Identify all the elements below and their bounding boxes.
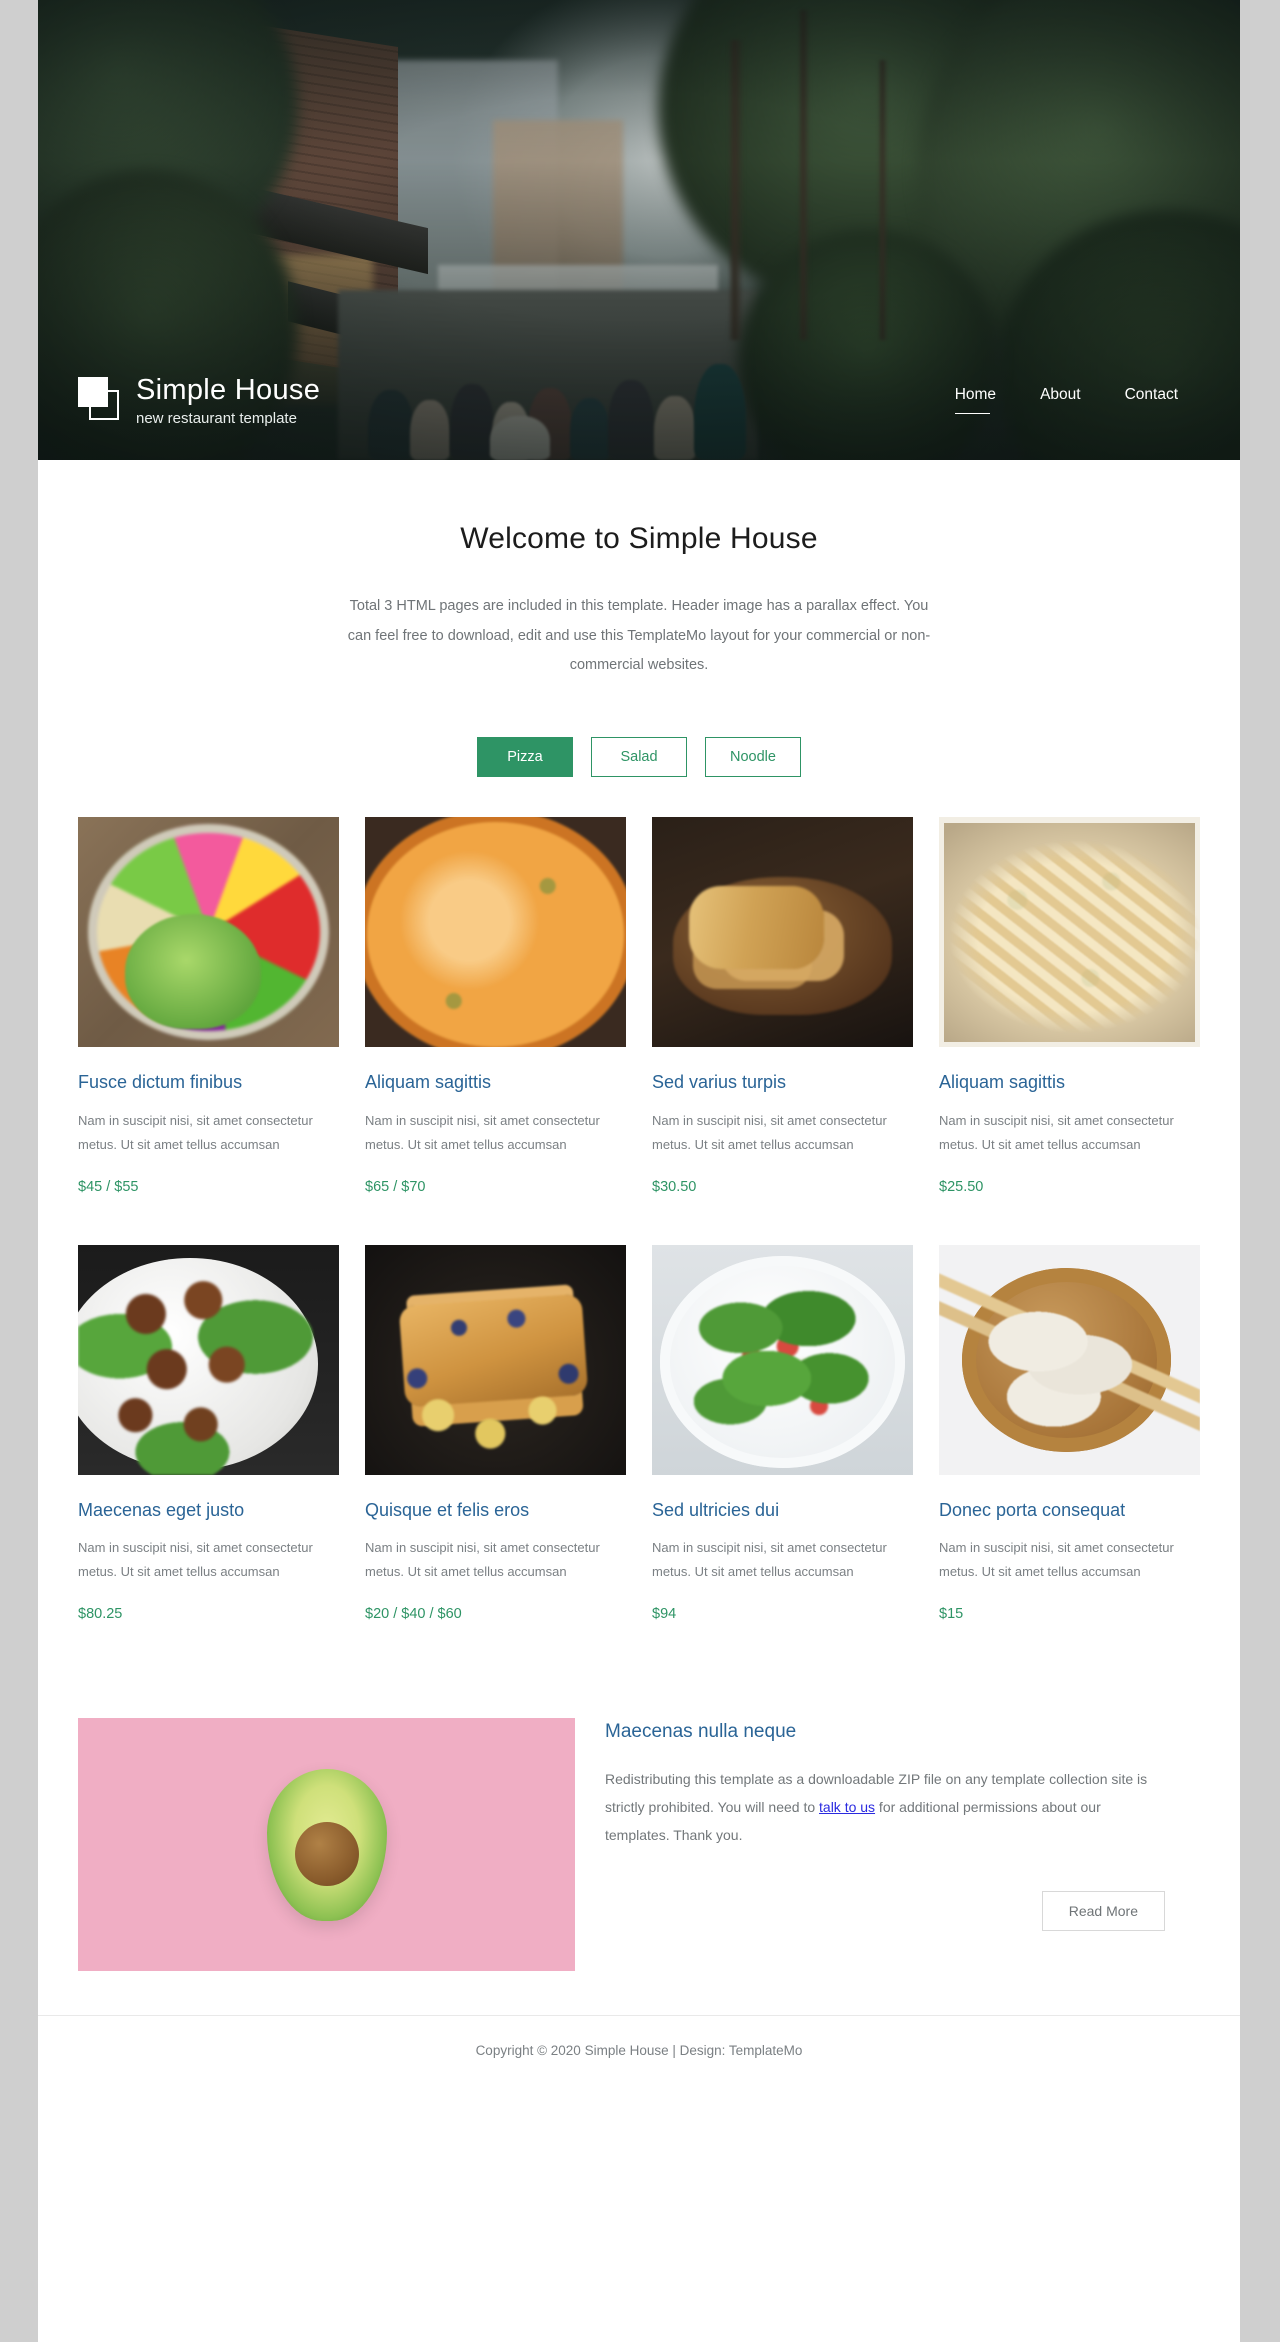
nav-link-home[interactable]: Home [954,386,996,414]
menu-item-description: Nam in suscipit nisi, sit amet consectet… [78,1112,313,1152]
menu-item-title[interactable]: Aliquam sagittis [939,1071,1200,1094]
menu-item-description: Nam in suscipit nisi, sit amet consectet… [939,1112,1174,1152]
menu-item-price: $15 [939,1606,964,1623]
hero-header: Simple House new restaurant template Hom… [38,0,1240,460]
feature-paragraph: Redistributing this template as a downlo… [605,1765,1165,1849]
menu-grid: Fusce dictum finibus Nam in suscipit nis… [38,817,1240,1622]
two-squares-logo-icon [78,377,120,423]
feature-heading: Maecenas nulla neque [605,1721,797,1743]
menu-item-price: $25.50 [939,1178,984,1195]
menu-item-title[interactable]: Quisque et felis eros [365,1499,626,1522]
feature-body: Maecenas nulla neque Redistributing this… [605,1718,1165,1931]
pepperoni-pizza-photo[interactable] [365,817,626,1048]
menu-item[interactable]: Fusce dictum finibus Nam in suscipit nis… [78,817,339,1195]
page-container: Simple House new restaurant template Hom… [38,0,1240,2342]
menu-item-title[interactable]: Sed varius turpis [652,1071,913,1094]
meatballs-greens-photo[interactable] [78,1244,339,1475]
page-footer: Copyright © 2020 Simple House | Design: … [38,2015,1240,2090]
filter-button-salad[interactable]: Salad [591,737,687,778]
nav-link-contact[interactable]: Contact [1125,386,1178,414]
menu-item-title[interactable]: Fusce dictum finibus [78,1071,339,1094]
fettuccine-pasta-photo[interactable] [939,817,1200,1048]
avocado-on-pink-photo [78,1718,575,1972]
menu-item[interactable]: Maecenas eget justo Nam in suscipit nisi… [78,1244,339,1623]
menu-item[interactable]: Aliquam sagittis Nam in suscipit nisi, s… [939,817,1200,1195]
brand[interactable]: Simple House new restaurant template [78,373,321,427]
menu-item[interactable]: Sed varius turpis Nam in suscipit nisi, … [652,817,913,1195]
feature-section: Maecenas nulla neque Redistributing this… [38,1718,1240,1972]
filter-button-pizza[interactable]: Pizza [477,737,573,778]
filter-button-noodle[interactable]: Noodle [705,737,801,778]
menu-item[interactable]: Quisque et felis eros Nam in suscipit ni… [365,1244,626,1623]
copyright-text: Copyright © 2020 Simple House | Design: … [475,2043,803,2059]
menu-item-description: Nam in suscipit nisi, sit amet consectet… [652,1540,887,1580]
avocado-icon [266,1768,387,1921]
menu-item-title[interactable]: Sed ultricies dui [652,1499,913,1522]
menu-item[interactable]: Donec porta consequat Nam in suscipit ni… [939,1244,1200,1623]
menu-item-price: $45 / $55 [78,1178,139,1195]
menu-item-price: $20 / $40 / $60 [365,1606,462,1623]
welcome-paragraph: Total 3 HTML pages are included in this … [347,598,931,674]
green-salad-bowl-photo[interactable] [652,1244,913,1475]
menu-item-description: Nam in suscipit nisi, sit amet consectet… [365,1112,600,1152]
brand-title: Simple House [136,374,321,407]
nav-link-about[interactable]: About [1040,386,1081,414]
menu-item-title[interactable]: Donec porta consequat [939,1499,1200,1522]
talk-to-us-link[interactable]: talk to us [819,1799,875,1815]
menu-item-description: Nam in suscipit nisi, sit amet consectet… [365,1540,600,1580]
menu-item-description: Nam in suscipit nisi, sit amet consectet… [939,1540,1174,1580]
welcome-section: Welcome to Simple House Total 3 HTML pag… [38,460,1240,681]
read-more-button[interactable]: Read More [1041,1890,1165,1931]
menu-item-price: $30.50 [652,1178,697,1195]
hero-bar: Simple House new restaurant template Hom… [38,340,1240,460]
menu-item-price: $80.25 [78,1606,123,1623]
main-navigation: Home About Contact [954,386,1200,414]
page-title: Welcome to Simple House [460,522,818,555]
menu-item-title[interactable]: Maecenas eget justo [78,1499,339,1522]
menu-item-description: Nam in suscipit nisi, sit amet consectet… [652,1112,887,1152]
buddha-bowl-salad-photo[interactable] [78,817,339,1048]
menu-item[interactable]: Aliquam sagittis Nam in suscipit nisi, s… [365,817,626,1195]
french-toast-banana-photo[interactable] [365,1244,626,1475]
dumplings-chopsticks-photo[interactable] [939,1244,1200,1475]
category-filters: Pizza Salad Noodle [38,737,1240,778]
menu-item-price: $65 / $70 [365,1178,426,1195]
menu-item[interactable]: Sed ultricies dui Nam in suscipit nisi, … [652,1244,913,1623]
menu-item-price: $94 [652,1606,677,1623]
brand-subtitle: new restaurant template [136,409,297,427]
menu-item-description: Nam in suscipit nisi, sit amet consectet… [78,1540,313,1580]
grilled-chicken-photo[interactable] [652,817,913,1048]
menu-item-title[interactable]: Aliquam sagittis [365,1071,626,1094]
